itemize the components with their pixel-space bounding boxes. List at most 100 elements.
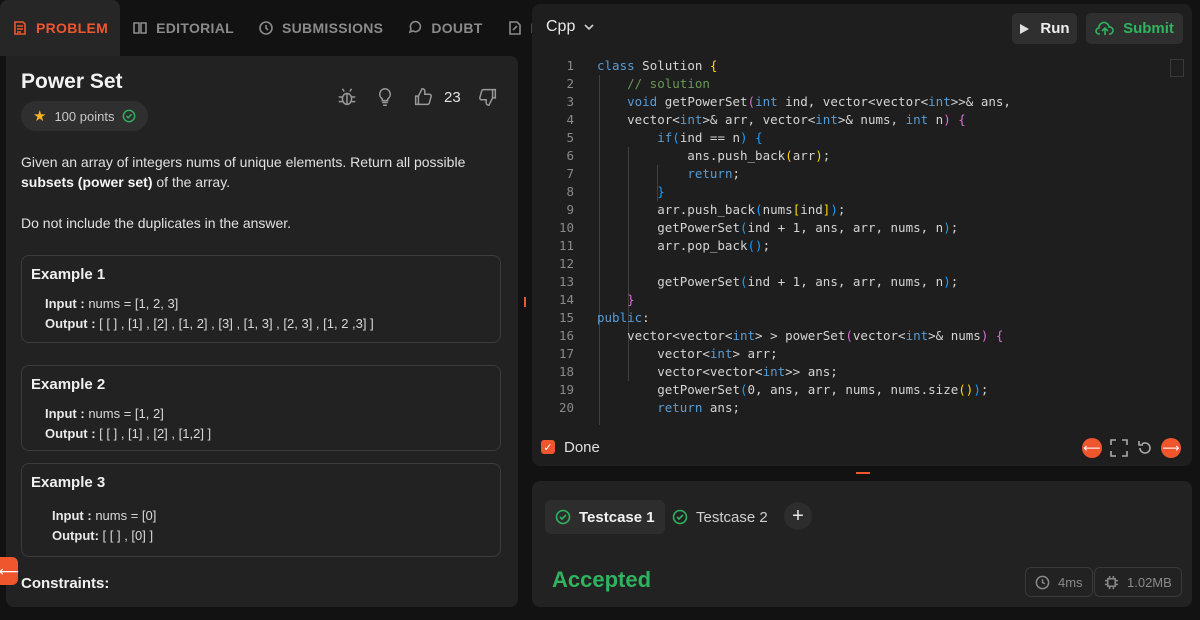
tab-label: PROBLEM <box>36 20 109 36</box>
line-number: 14 <box>558 292 574 307</box>
code-text: vector<vector<int>> ans; <box>597 364 838 379</box>
output-label: Output: <box>52 528 99 543</box>
code-line: 14 } <box>532 291 1192 309</box>
line-number: 10 <box>558 220 574 235</box>
collapse-panel-button[interactable]: ⟵ <box>0 557 20 585</box>
add-testcase-button[interactable]: + <box>784 502 812 530</box>
code-text: getPowerSet(ind + 1, ans, arr, nums, n); <box>597 274 959 289</box>
line-number: 4 <box>566 112 574 127</box>
tab-problem[interactable]: PROBLEM <box>0 0 121 56</box>
problem-note: Do not include the duplicates in the ans… <box>21 215 292 231</box>
thumbs-up-icon[interactable] <box>412 86 434 108</box>
done-label: Done <box>564 439 600 456</box>
code-line: 16 vector<vector<int> > powerSet(vector<… <box>532 327 1192 345</box>
example-box: Example 3 Input : nums = [0] Output: [ [… <box>21 463 501 557</box>
line-number: 3 <box>566 94 574 109</box>
bug-icon[interactable] <box>336 86 358 108</box>
cursor-highlight <box>1170 59 1184 77</box>
check-circle-icon <box>123 109 136 123</box>
line-number: 15 <box>558 310 574 325</box>
tab-label: SUBMISSIONS <box>282 20 384 36</box>
memory-value: 1.02MB <box>1127 574 1172 590</box>
problem-actions: 23 <box>336 86 499 108</box>
line-number: 20 <box>558 400 574 415</box>
input-label: Input : <box>45 296 85 311</box>
tab-editorial[interactable]: EDITORIAL <box>120 0 246 56</box>
testcase-tab-2[interactable]: Testcase 2 <box>662 500 778 534</box>
line-number: 17 <box>558 346 574 361</box>
output-label: Output : <box>45 426 96 441</box>
example-output: Output: [ [ ] , [0] ] <box>52 528 153 543</box>
example-output: Output : [ [ ] , [1] , [2] , [1, 2] , [3… <box>45 316 374 331</box>
code-line: 20 return ans; <box>532 399 1192 417</box>
chip-icon <box>1104 575 1119 589</box>
line-number: 16 <box>558 328 574 343</box>
verdict-label: Accepted <box>552 567 652 592</box>
code-text: ans.push_back(arr); <box>597 148 831 163</box>
input-value: nums = [1, 2] <box>84 406 164 421</box>
tab-submissions[interactable]: SUBMISSIONS <box>246 0 395 56</box>
run-button[interactable]: Run <box>1012 13 1077 44</box>
play-icon <box>1020 23 1030 34</box>
arrow-left-icon: ⟵ <box>0 562 20 579</box>
code-area[interactable]: 1 class Solution {2 // solution 3 void get… <box>532 57 1192 425</box>
problem-icon <box>14 21 26 35</box>
panel-resize-handle[interactable] <box>856 472 870 474</box>
memory-badge: 1.02MB <box>1094 567 1182 597</box>
code-text: return; <box>687 166 740 181</box>
example-input: Input : nums = [1, 2] <box>45 406 164 421</box>
line-number: 5 <box>566 130 574 145</box>
testcase-label: Testcase 2 <box>696 508 768 526</box>
reset-icon[interactable] <box>1135 438 1155 458</box>
prev-arrow-icon[interactable]: ⟵ <box>1082 438 1102 458</box>
code-line: 13 getPowerSet(ind + 1, ans, arr, nums, … <box>532 273 1192 291</box>
code-text: return ans; <box>657 400 741 415</box>
code-line: 6 ans.push_back(arr); <box>532 147 1192 165</box>
input-value: nums = [0] <box>91 508 157 523</box>
code-line: 9 arr.push_back(nums[ind]); <box>532 201 1192 219</box>
fullscreen-icon[interactable] <box>1109 438 1129 458</box>
code-line: 4 vector<int>& arr, vector<int>& nums, i… <box>532 111 1192 129</box>
desc-line-2: of the array. <box>152 174 231 190</box>
submit-label: Submit <box>1123 20 1174 37</box>
tab-doubt[interactable]: DOUBT <box>395 0 494 56</box>
code-line: 3 void getPowerSet(int ind, vector<vecto… <box>532 93 1192 111</box>
results-panel: Testcase 1 Testcase 2 + Accepted 4ms 1.0… <box>532 481 1192 607</box>
code-text: // solution <box>627 76 710 91</box>
clock-icon <box>1035 575 1050 589</box>
runtime-badge: 4ms <box>1025 567 1093 597</box>
tab-label: DOUBT <box>431 20 483 36</box>
example-box: Example 2 Input : nums = [1, 2] Output :… <box>21 365 501 451</box>
input-label: Input : <box>52 508 92 523</box>
next-arrow-icon[interactable]: ⟶ <box>1161 438 1181 458</box>
code-editor-panel: Cpp Run Submit 1 class Solution {2 // sol… <box>532 4 1192 466</box>
book-icon <box>133 22 147 34</box>
star-icon: ★ <box>33 108 47 125</box>
code-line: 12 <box>532 255 1192 273</box>
run-label: Run <box>1040 20 1070 37</box>
clock-icon <box>259 21 273 35</box>
example-title: Example 1 <box>31 266 106 283</box>
code-text: vector<int> arr; <box>597 346 778 361</box>
lightbulb-icon[interactable] <box>374 86 396 108</box>
code-line: 18 vector<vector<int>> ans; <box>532 363 1192 381</box>
line-number: 11 <box>558 238 574 253</box>
output-value: [ [ ] , [1] , [2] , [1,2] ] <box>95 426 212 441</box>
done-checkbox[interactable]: ✓ <box>541 440 555 454</box>
line-number: 12 <box>558 256 574 271</box>
example-output: Output : [ [ ] , [1] , [2] , [1,2] ] <box>45 426 211 441</box>
code-text: vector<int>& arr, vector<int>& nums, int… <box>597 112 966 127</box>
submit-button[interactable]: Submit <box>1086 13 1183 44</box>
language-select[interactable]: Cpp <box>546 18 595 36</box>
runtime-value: 4ms <box>1058 574 1083 590</box>
language-label: Cpp <box>546 18 576 35</box>
example-title: Example 3 <box>31 474 106 491</box>
tab-label: EDITORIAL <box>156 20 234 36</box>
thumbs-down-icon[interactable] <box>477 86 499 108</box>
code-text: arr.push_back(nums[ind]); <box>597 202 846 217</box>
line-number: 19 <box>558 382 574 397</box>
testcase-tab-1[interactable]: Testcase 1 <box>545 500 665 534</box>
output-value: [ [ ] , [0] ] <box>98 528 154 543</box>
testcase-label: Testcase 1 <box>579 508 655 526</box>
resize-handle[interactable] <box>524 297 526 307</box>
